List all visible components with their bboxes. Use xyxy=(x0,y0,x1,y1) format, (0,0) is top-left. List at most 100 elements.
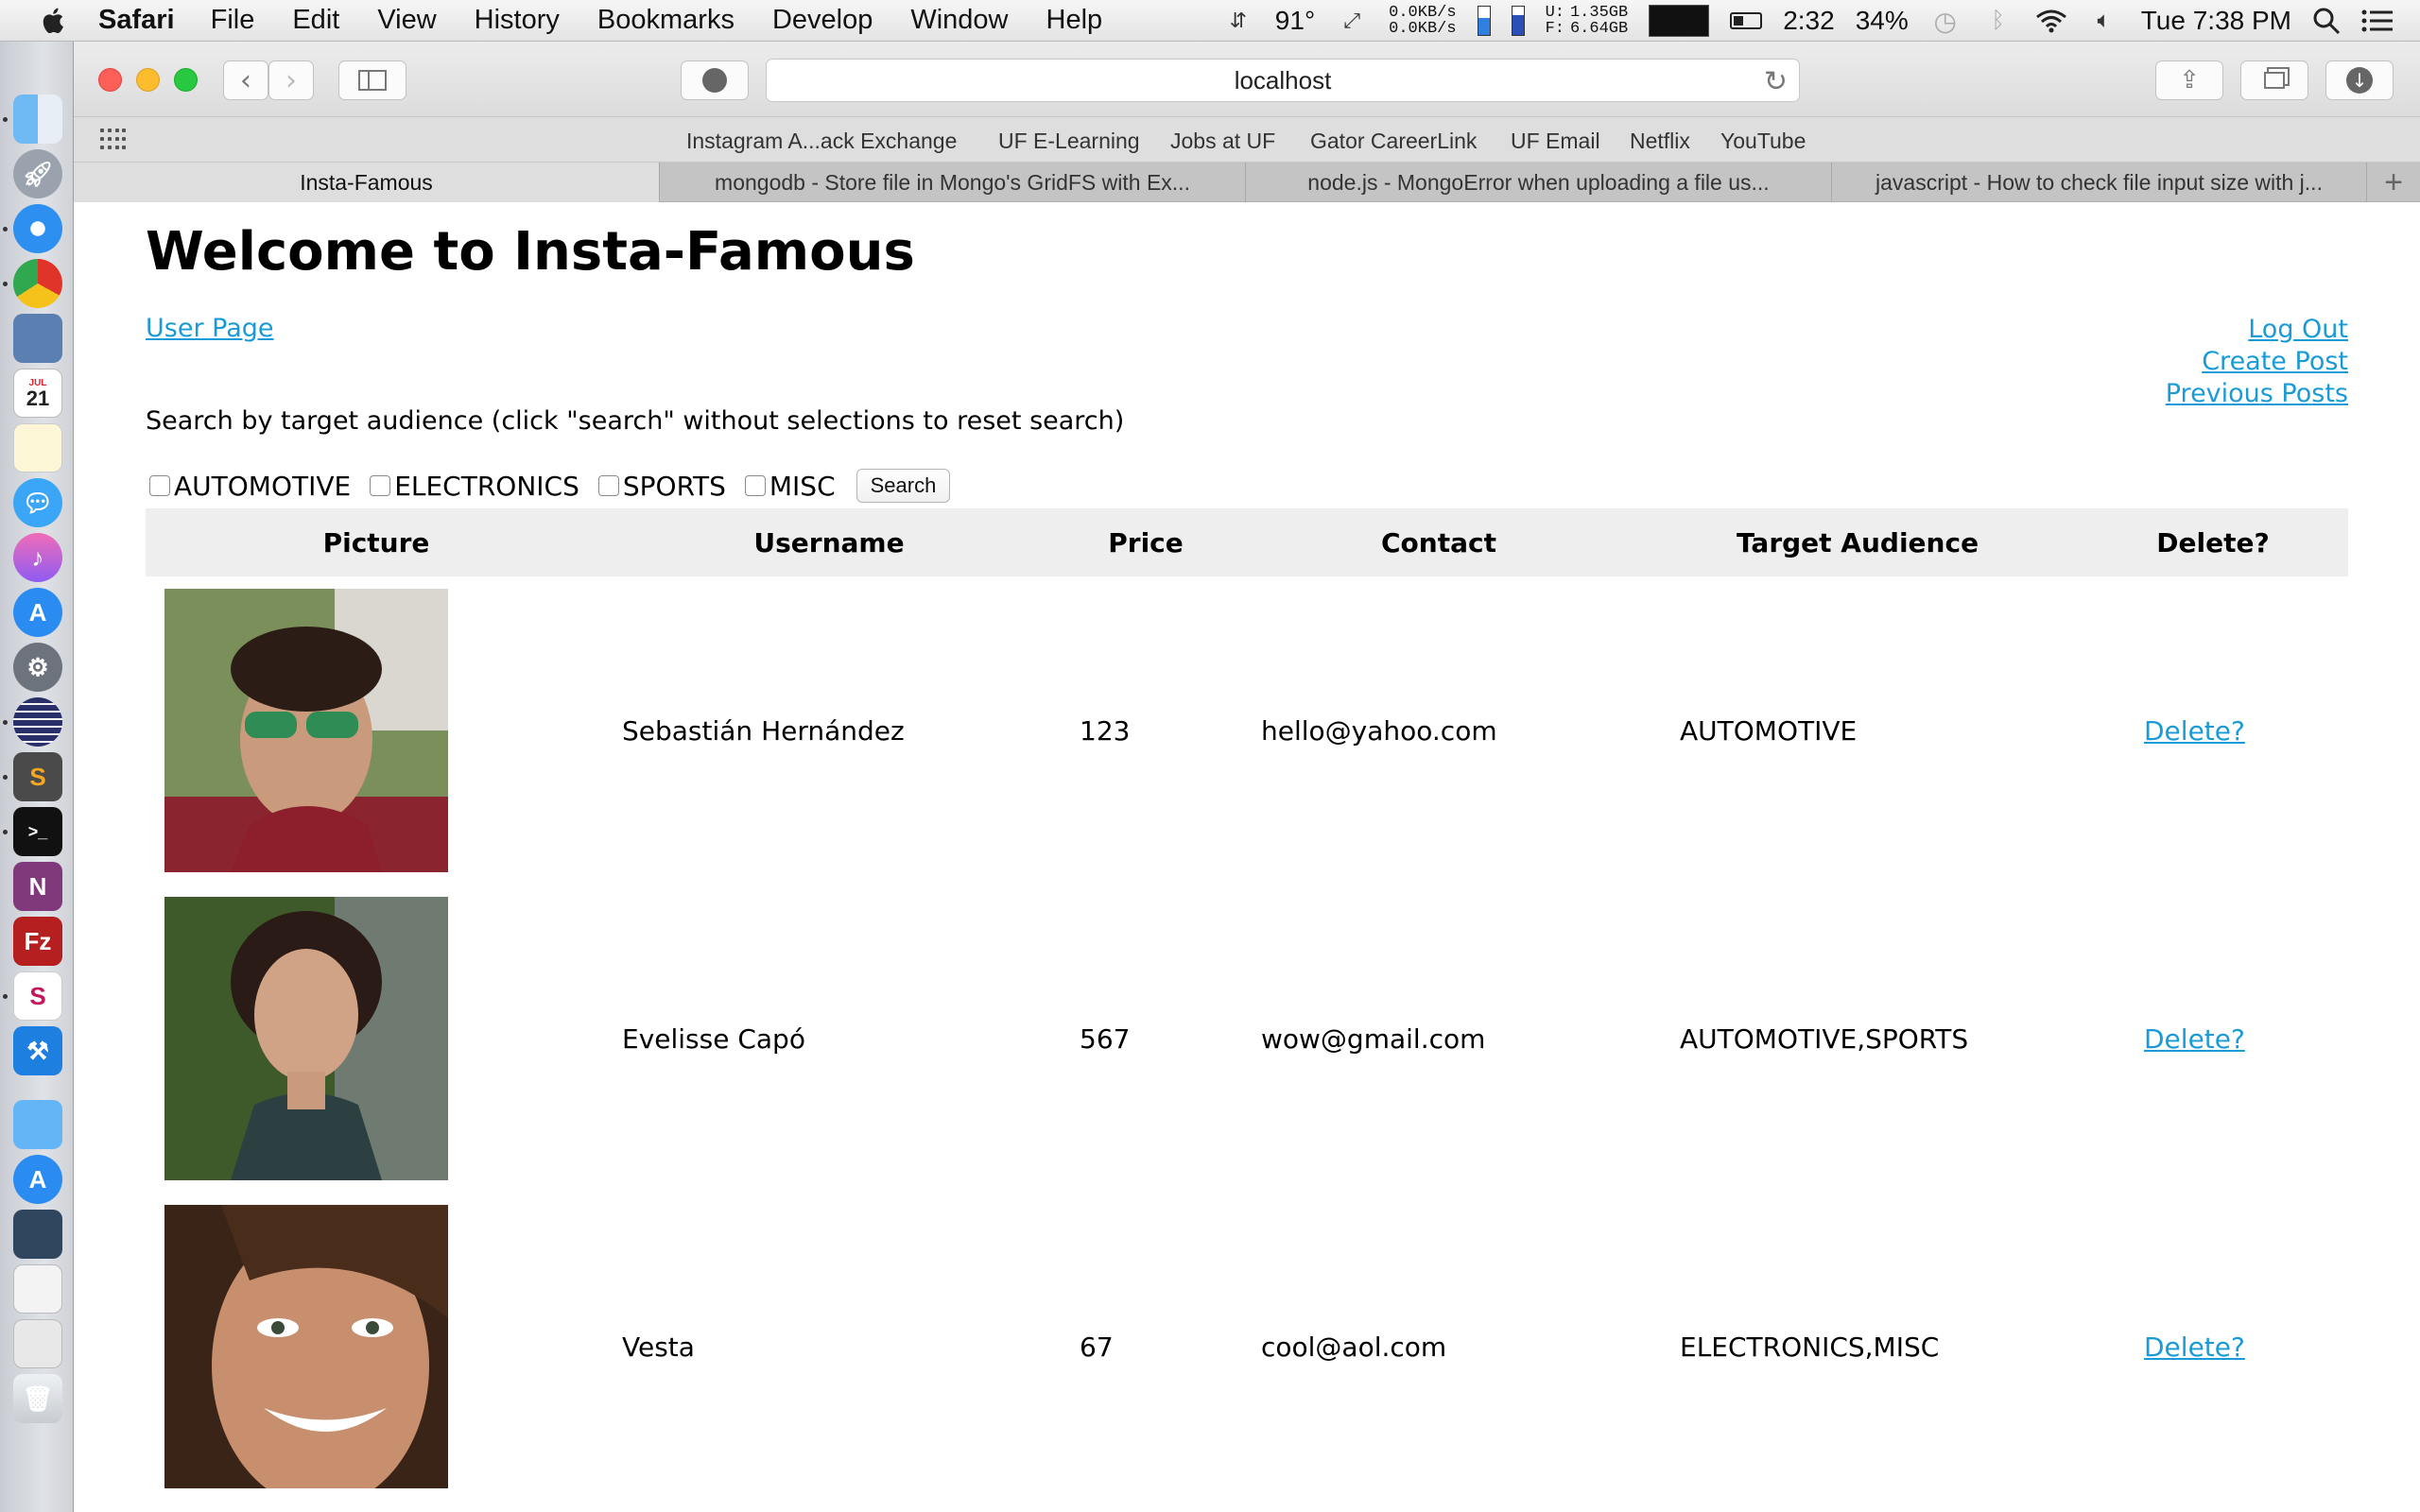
menu-bookmarks[interactable]: Bookmarks xyxy=(597,5,735,36)
xcode-icon[interactable]: ⚒︎ xyxy=(13,1026,62,1075)
favorite-youtube[interactable]: YouTube xyxy=(1720,129,1806,154)
document-stack-icon-3[interactable] xyxy=(13,1319,62,1368)
sports-label[interactable]: SPORTS xyxy=(623,471,726,502)
search-button[interactable]: Search xyxy=(856,469,951,503)
delete-link[interactable]: Delete? xyxy=(2144,715,2245,747)
net-upload: 0.0KB/s xyxy=(1389,4,1457,22)
spotlight-search-icon[interactable] xyxy=(2312,7,2341,35)
onenote-icon[interactable]: N xyxy=(13,862,62,911)
favorite-uf-email[interactable]: UF Email xyxy=(1511,129,1600,154)
battery-percent[interactable]: 34% xyxy=(1856,6,1909,36)
favorite-instagram[interactable]: Instagram A...ack Exchange xyxy=(686,129,957,154)
battery-time[interactable]: 2:32 xyxy=(1783,6,1835,36)
menu-view[interactable]: View xyxy=(377,5,436,36)
slack-icon[interactable]: S xyxy=(13,971,62,1021)
post-photo xyxy=(164,589,448,872)
disk-meter-icon[interactable] xyxy=(1477,6,1491,36)
menu-edit[interactable]: Edit xyxy=(292,5,339,36)
launchpad-icon[interactable]: 🚀︎ xyxy=(13,149,62,198)
downloads-stack-icon[interactable]: A xyxy=(13,1155,62,1204)
favorite-netflix[interactable]: Netflix xyxy=(1630,129,1690,154)
sidebar-button[interactable] xyxy=(338,60,406,100)
favorite-uf-elearning[interactable]: UF E-Learning xyxy=(998,129,1140,154)
sports-checkbox[interactable] xyxy=(597,475,619,496)
search-instructions: Search by target audience (click "search… xyxy=(146,406,1125,436)
notification-center-icon[interactable] xyxy=(2361,8,2394,34)
sublime-text-icon[interactable]: S xyxy=(13,752,62,801)
menu-develop[interactable]: Develop xyxy=(772,5,873,36)
tab-javascript-file-size[interactable]: javascript - How to check file input siz… xyxy=(1832,163,2367,202)
battery-icon[interactable] xyxy=(1730,12,1763,29)
electronics-label[interactable]: ELECTRONICS xyxy=(394,471,579,502)
tab-insta-famous[interactable]: Insta-Famous xyxy=(74,163,660,202)
apple-logo-icon[interactable] xyxy=(38,5,70,37)
previous-posts-link[interactable]: Previous Posts xyxy=(2166,378,2348,410)
volume-icon[interactable]: 🔈︎ xyxy=(2088,5,2120,37)
chrome-icon[interactable] xyxy=(13,259,62,308)
terminal-icon[interactable]: >_ xyxy=(13,807,62,856)
tab-overview-button[interactable] xyxy=(2240,60,2308,100)
minimize-window-button[interactable] xyxy=(136,68,160,92)
downloads-button[interactable]: ↓ xyxy=(2325,60,2394,100)
address-bar[interactable]: localhost ↻ xyxy=(766,59,1800,102)
running-indicator xyxy=(3,227,8,232)
misc-checkbox[interactable] xyxy=(744,475,766,496)
create-post-link[interactable]: Create Post xyxy=(2202,346,2348,378)
favorite-gator-careerlink[interactable]: Gator CareerLink xyxy=(1310,129,1477,154)
finder-icon[interactable] xyxy=(13,94,62,144)
memory-readout[interactable]: U: F: 1.35GB 6.64GB xyxy=(1546,5,1629,37)
close-window-button[interactable] xyxy=(98,68,122,92)
messages-icon[interactable]: 💬︎ xyxy=(13,478,62,527)
memory-meter-icon[interactable] xyxy=(1511,6,1525,36)
eclipse-icon[interactable] xyxy=(13,697,62,747)
cpu-meter-icon[interactable] xyxy=(1649,5,1710,37)
notes-icon[interactable] xyxy=(13,423,62,472)
document-stack-icon-2[interactable] xyxy=(13,1264,62,1314)
tab-node-mongoerror[interactable]: node.js - MongoError when uploading a fi… xyxy=(1246,163,1832,202)
privacy-extension-button[interactable] xyxy=(681,60,749,100)
menu-file[interactable]: File xyxy=(211,5,255,36)
app-store-icon[interactable]: A xyxy=(13,588,62,637)
bluetooth-icon[interactable]: ᛒ xyxy=(1982,5,2014,37)
network-speed[interactable]: 0.0KB/s 0.0KB/s xyxy=(1389,5,1456,37)
time-machine-icon[interactable]: ◷ xyxy=(1929,5,1962,37)
automotive-label[interactable]: AUTOMOTIVE xyxy=(174,471,351,502)
menu-help[interactable]: Help xyxy=(1046,5,1103,36)
safari-icon[interactable] xyxy=(13,204,62,253)
system-preferences-icon[interactable]: ⚙︎ xyxy=(13,643,62,692)
user-page-link[interactable]: User Page xyxy=(146,314,274,343)
tab-overview-icon xyxy=(2264,72,2285,89)
favorite-jobs-at-uf[interactable]: Jobs at UF xyxy=(1170,129,1275,154)
clock[interactable]: Tue 7:38 PM xyxy=(2141,6,2291,36)
preview-icon[interactable] xyxy=(13,314,62,363)
itunes-icon[interactable]: ♪ xyxy=(13,533,62,582)
calendar-icon[interactable]: JUL 21 xyxy=(13,369,62,418)
tab-mongodb-gridfs[interactable]: mongodb - Store file in Mongo's GridFS w… xyxy=(660,163,1246,202)
top-sites-grid-icon[interactable] xyxy=(100,129,127,151)
new-tab-button[interactable]: + xyxy=(2367,163,2420,202)
logout-link[interactable]: Log Out xyxy=(2248,314,2348,346)
delete-link[interactable]: Delete? xyxy=(2144,1023,2245,1055)
share-button[interactable]: ⇪ xyxy=(2155,60,2223,100)
fan-icon[interactable]: ⇵ xyxy=(1222,5,1254,37)
back-button[interactable]: ‹ xyxy=(223,60,268,100)
trash-icon[interactable]: 🗑︎ xyxy=(13,1374,62,1423)
misc-label[interactable]: MISC xyxy=(769,471,836,502)
menu-history[interactable]: History xyxy=(475,5,560,36)
document-stack-icon[interactable] xyxy=(13,1210,62,1259)
temperature-readout[interactable]: 91° xyxy=(1275,6,1315,36)
fullscreen-window-button[interactable] xyxy=(174,68,198,92)
folder-icon[interactable] xyxy=(13,1100,62,1149)
hand-stop-icon xyxy=(702,68,727,93)
electronics-checkbox[interactable] xyxy=(370,475,391,496)
automotive-checkbox[interactable] xyxy=(149,475,170,496)
menu-window[interactable]: Window xyxy=(910,5,1008,36)
safari-window: ‹ › localhost ↻ ⇪ ↓ Instagram A...ack Ex… xyxy=(74,42,2420,1512)
menu-app-safari[interactable]: Safari xyxy=(98,5,175,36)
delete-link[interactable]: Delete? xyxy=(2144,1332,2245,1363)
filezilla-icon[interactable]: Fz xyxy=(13,917,62,966)
forward-button[interactable]: › xyxy=(268,60,314,100)
header-username: Username xyxy=(753,526,905,558)
wifi-icon[interactable] xyxy=(2035,8,2067,34)
reload-icon[interactable]: ↻ xyxy=(1764,65,1788,98)
